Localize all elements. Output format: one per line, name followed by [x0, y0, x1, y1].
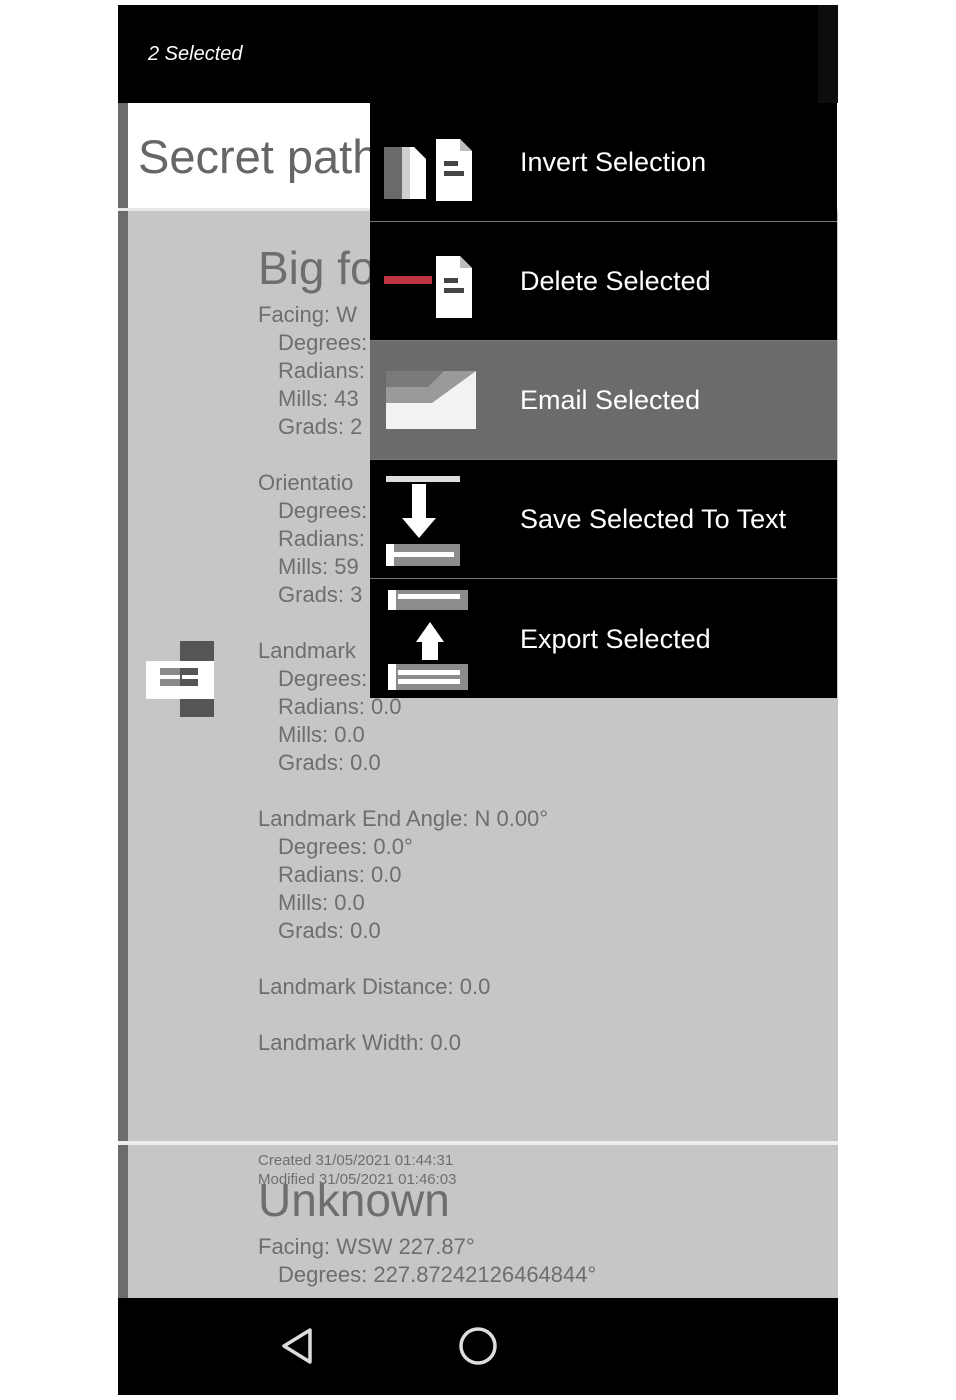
action-bar: 2 Selected — [118, 5, 818, 103]
action-bar-edge — [818, 5, 838, 103]
detail-line: Degrees: 0.0° — [278, 834, 413, 859]
facing-line: Facing: WSW 227.87° — [258, 1234, 475, 1259]
menu-item-label: Email Selected — [520, 385, 701, 415]
card-details: Facing: WSW 227.87° Degrees: 227.8724212… — [258, 1233, 596, 1289]
back-icon[interactable] — [278, 1326, 318, 1366]
detail-line: Mills: 0.0 — [278, 890, 365, 915]
menu-divider — [370, 578, 837, 579]
card-selection-strip — [118, 211, 128, 1141]
card-title: Unknown — [258, 1174, 450, 1226]
detail-line: Landmark Distance: 0.0 — [258, 974, 491, 999]
navigation-bar — [118, 1298, 838, 1395]
home-icon[interactable] — [458, 1326, 498, 1366]
delete-selected-icon — [384, 256, 472, 318]
list-header-title: Secret path — [138, 130, 379, 183]
export-icon — [388, 590, 468, 690]
card-strip — [118, 1145, 128, 1298]
menu-item-email-selected[interactable]: Email Selected — [370, 341, 837, 459]
phone-screen: 2 Selected Secret path Big fo Facing: WD… — [118, 5, 838, 1395]
line-spacer — [258, 777, 818, 805]
selected-item-icon — [146, 641, 214, 717]
detail-line: Grads: 0.0 — [278, 750, 381, 775]
header-strip — [118, 103, 128, 211]
email-icon — [386, 371, 476, 429]
menu-item-label: Export Selected — [520, 624, 711, 654]
line-spacer — [258, 1001, 818, 1029]
invert-selection-icon — [384, 139, 472, 201]
menu-item-invert-selection[interactable]: Invert Selection — [370, 103, 837, 221]
created-timestamp: Created 31/05/2021 01:44:31 — [258, 1152, 454, 1169]
degrees-line: Degrees: 227.87242126464844° — [278, 1262, 597, 1287]
card-title: Big fo — [258, 242, 376, 294]
selected-count: 2 Selected — [148, 43, 243, 65]
detail-line: Landmark End Angle: N 0.00° — [258, 806, 549, 831]
menu-item-label: Delete Selected — [520, 266, 711, 296]
menu-item-label: Invert Selection — [520, 147, 707, 177]
menu-item-save-selected-to-text[interactable]: Save Selected To Text — [370, 460, 837, 578]
detail-line: Mills: 0.0 — [278, 722, 365, 747]
selection-menu: Invert Selection Delete Selected Email S… — [370, 103, 837, 698]
line-spacer — [258, 945, 818, 973]
save-to-text-icon — [386, 476, 460, 566]
detail-line: Landmark Width: 0.0 — [258, 1030, 461, 1055]
detail-line: Radians: 0.0 — [278, 862, 402, 887]
menu-item-export-selected[interactable]: Export Selected — [370, 580, 837, 698]
menu-item-delete-selected[interactable]: Delete Selected — [370, 222, 837, 340]
menu-item-label: Save Selected To Text — [520, 504, 787, 534]
card-divider — [118, 1141, 838, 1145]
detail-line: Grads: 0.0 — [278, 918, 381, 943]
